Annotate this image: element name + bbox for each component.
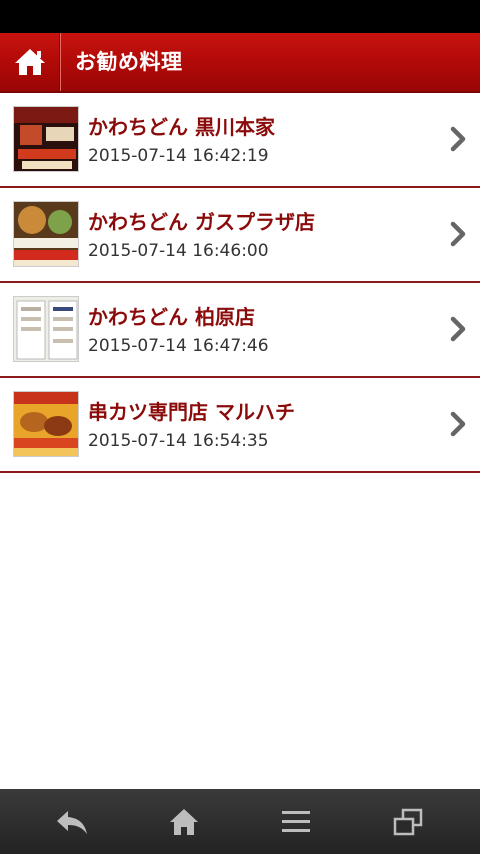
thumbnail-image — [13, 391, 79, 457]
system-nav-bar — [0, 789, 480, 854]
header-divider — [60, 33, 61, 91]
menu-icon — [282, 810, 310, 832]
home-nav-button[interactable] — [124, 789, 244, 854]
item-date: 2015-07-14 16:54:35 — [88, 431, 269, 451]
chevron-right-icon — [450, 411, 466, 437]
item-title: かわちどん 柏原店 — [88, 305, 255, 329]
list-item[interactable]: かわちどん 黒川本家 2015-07-14 16:42:19 — [0, 93, 480, 188]
menu-button[interactable] — [236, 789, 356, 854]
status-bar — [0, 0, 480, 33]
item-title: かわちどん ガスプラザ店 — [88, 210, 315, 234]
chevron-right-icon — [450, 126, 466, 152]
item-date: 2015-07-14 16:47:46 — [88, 336, 269, 356]
back-button[interactable] — [12, 789, 132, 854]
app-header: お勧め料理 — [0, 33, 480, 93]
item-date: 2015-07-14 16:46:00 — [88, 241, 269, 261]
thumbnail-image — [13, 201, 79, 267]
page-title: お勧め料理 — [75, 50, 183, 74]
chevron-right-icon — [450, 316, 466, 342]
dish-list: かわちどん 黒川本家 2015-07-14 16:42:19 かわちどん ガスプ… — [0, 93, 480, 473]
home-button[interactable] — [0, 33, 60, 91]
thumbnail-image — [13, 296, 79, 362]
item-title: かわちどん 黒川本家 — [88, 115, 275, 139]
list-item[interactable]: 串カツ専門店 マルハチ 2015-07-14 16:54:35 — [0, 378, 480, 473]
chevron-right-icon — [450, 221, 466, 247]
back-arrow-icon — [57, 810, 87, 834]
home-nav-icon — [170, 808, 198, 835]
list-item[interactable]: かわちどん ガスプラザ店 2015-07-14 16:46:00 — [0, 188, 480, 283]
item-title: 串カツ専門店 マルハチ — [88, 400, 295, 424]
thumbnail-image — [13, 106, 79, 172]
recent-apps-button[interactable] — [348, 789, 468, 854]
item-date: 2015-07-14 16:42:19 — [88, 146, 269, 166]
recent-apps-icon — [393, 808, 423, 835]
list-item[interactable]: かわちどん 柏原店 2015-07-14 16:47:46 — [0, 283, 480, 378]
home-icon — [15, 49, 45, 75]
